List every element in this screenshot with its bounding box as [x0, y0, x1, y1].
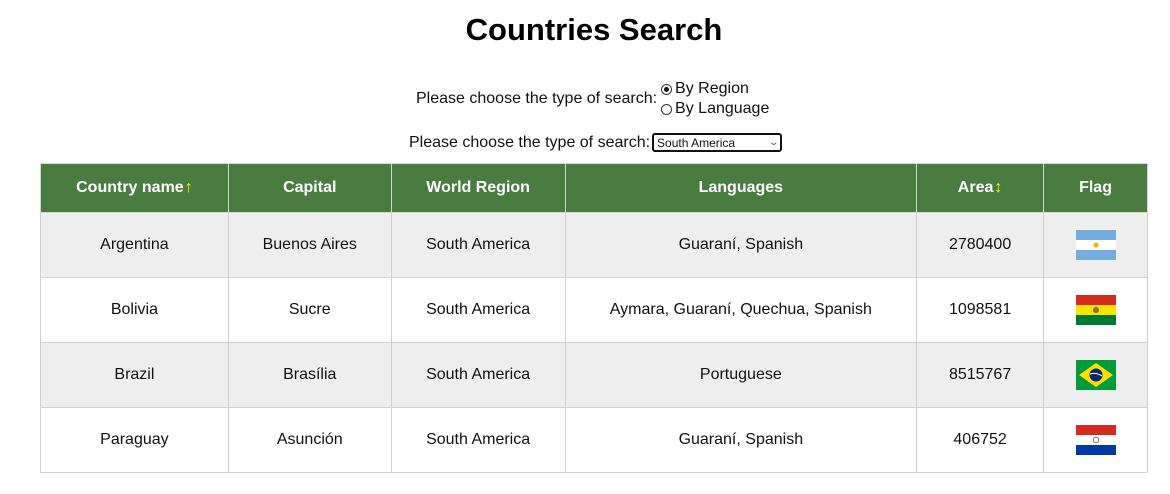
cell-flag [1043, 212, 1148, 278]
region-select-value: South America [657, 135, 736, 150]
cell-flag [1043, 277, 1148, 343]
cell-country-name: Brazil [40, 342, 229, 408]
header-country-name-label: Country name [76, 179, 184, 196]
cell-languages: Aymara, Guaraní, Quechua, Spanish [564, 277, 918, 343]
cell-country-name: Bolivia [40, 277, 229, 343]
page: Countries Search Please choose the type … [0, 0, 1170, 494]
table-row: Bolivia Sucre South America Aymara, Guar… [40, 277, 1148, 343]
cell-area: 406752 [916, 407, 1045, 473]
page-title: Countries Search [465, 12, 723, 47]
cell-country-name: Paraguay [40, 407, 229, 473]
sort-both-icon[interactable]: ↕ [994, 179, 1002, 196]
cell-region: South America [390, 407, 566, 473]
brazil-flag-icon [1075, 360, 1116, 390]
table-row: Argentina Buenos Aires South America Gua… [40, 212, 1148, 278]
header-capital: Capital [227, 163, 392, 213]
cell-flag [1043, 407, 1148, 473]
countries-table: Country name↑ Capital World Region Langu… [40, 163, 1148, 473]
cell-area: 2780400 [916, 212, 1045, 278]
header-area[interactable]: Area↕ [916, 163, 1045, 213]
radio-by-language[interactable]: By Language [661, 99, 769, 119]
search-type-label: Please choose the type of search: [416, 90, 658, 107]
cell-capital: Sucre [227, 277, 392, 343]
radio-by-region-button[interactable] [661, 83, 673, 95]
search-type-radio-group: By Region By Language [661, 79, 769, 119]
radio-by-language-button[interactable] [661, 103, 673, 115]
cell-region: South America [390, 212, 566, 278]
cell-capital: Brasília [227, 342, 392, 408]
cell-languages: Portuguese [564, 342, 918, 408]
chevron-down-icon: ⌄ [767, 137, 779, 147]
header-flag: Flag [1043, 163, 1148, 213]
cell-area: 8515767 [916, 342, 1045, 408]
table-row: Brazil Brasília South America Portuguese… [40, 342, 1148, 408]
header-country-name[interactable]: Country name↑ [40, 163, 229, 213]
cell-region: South America [390, 342, 566, 408]
cell-country-name: Argentina [40, 212, 229, 278]
region-select[interactable]: South America ⌄ [652, 133, 783, 152]
sort-asc-icon[interactable]: ↑ [185, 179, 193, 196]
search-type-group: Please choose the type of search: By Reg… [416, 79, 769, 119]
radio-by-region-label[interactable]: By Region [675, 79, 749, 99]
header-languages: Languages [564, 163, 918, 213]
cell-languages: Guaraní, Spanish [564, 407, 918, 473]
cell-languages: Guaraní, Spanish [564, 212, 918, 278]
region-select-group: Please choose the type of search: South … [409, 133, 783, 152]
table-header-row: Country name↑ Capital World Region Langu… [40, 163, 1148, 213]
cell-region: South America [390, 277, 566, 343]
cell-capital: Asunción [227, 407, 392, 473]
cell-capital: Buenos Aires [227, 212, 392, 278]
region-select-label: Please choose the type of search: [409, 133, 651, 151]
header-area-label: Area [957, 179, 994, 196]
radio-by-language-label[interactable]: By Language [675, 99, 769, 119]
radio-by-region[interactable]: By Region [661, 79, 769, 99]
header-world-region: World Region [390, 163, 566, 213]
cell-flag [1043, 342, 1148, 408]
paraguay-flag-icon [1075, 425, 1116, 455]
table-row: Paraguay Asunción South America Guaraní,… [40, 407, 1148, 473]
argentina-flag-icon [1075, 230, 1116, 260]
cell-area: 1098581 [916, 277, 1045, 343]
bolivia-flag-icon [1075, 295, 1116, 325]
